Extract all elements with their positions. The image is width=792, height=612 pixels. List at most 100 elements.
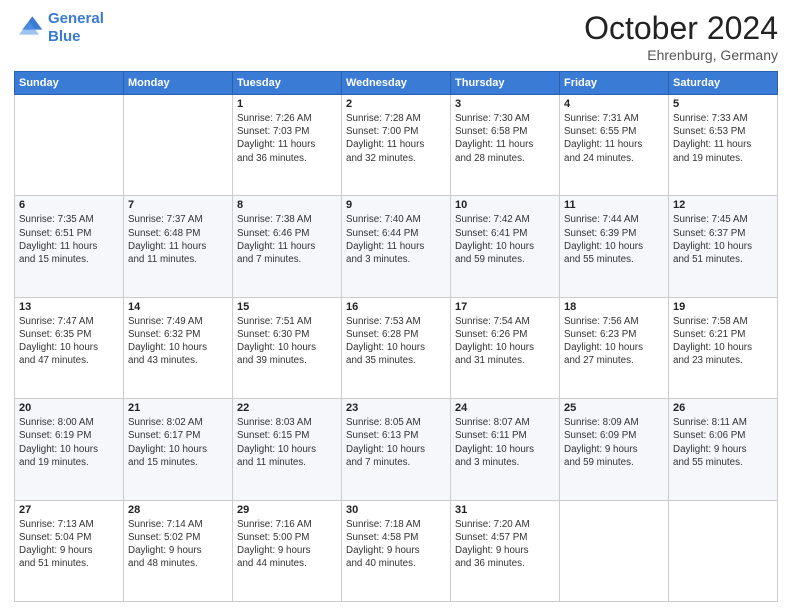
day-number: 12 [673,199,773,211]
day-number: 4 [564,98,664,110]
day-number: 3 [455,98,555,110]
calendar-day-cell: 14 Sunrise: 7:49 AMSunset: 6:32 PMDayligh… [124,297,233,398]
calendar-day-cell: 4Sunrise: 7:31 AMSunset: 6:55 PMDaylight… [560,95,669,196]
day-number: 1 [237,98,337,110]
calendar-day-cell: 15Sunrise: 7:51 AMSunset: 6:30 PMDayligh… [233,297,342,398]
calendar-day-cell: 25 Sunrise: 8:09 AMSunset: 6:09 PMDayligh… [560,399,669,500]
day-info: Sunrise: 8:09 AMSunset: 6:09 PMDaylight:… [564,416,664,469]
day-number: 25 [564,402,664,414]
day-info: Sunrise: 7:47 AMSunset: 6:35 PMDaylight:… [19,315,119,368]
logo-icon [14,13,44,43]
calendar-day-cell: 21Sunrise: 8:02 AMSunset: 6:17 PMDayligh… [124,399,233,500]
calendar-subtitle: Ehrenburg, Germany [584,47,778,63]
calendar-week-row: 6Sunrise: 7:35 AMSunset: 6:51 PMDaylight… [15,196,778,297]
day-info: Sunrise: 7:54 AMSunset: 6:26 PMDaylight:… [455,315,555,368]
day-number: 26 [673,402,773,414]
day-info: Sunrise: 7:14 AMSunset: 5:02 PMDaylight:… [128,518,228,571]
day-number: 9 [346,199,446,211]
day-info: Sunrise: 7:51 AMSunset: 6:30 PMDaylight:… [237,315,337,368]
calendar-day-cell: 18 Sunrise: 7:56 AMSunset: 6:23 PMDayligh… [560,297,669,398]
day-info: Sunrise: 7:26 AMSunset: 7:03 PMDaylight:… [237,112,337,165]
weekday-header: Wednesday [342,72,451,95]
logo-line1: General [48,10,104,27]
day-number: 10 [455,199,555,211]
logo-text: General Blue [48,10,104,46]
day-number: 7 [128,199,228,211]
calendar-day-cell [669,500,778,601]
calendar-day-cell: 6Sunrise: 7:35 AMSunset: 6:51 PMDaylight… [15,196,124,297]
day-number: 11 [564,199,664,211]
calendar-week-row: 1 Sunrise: 7:26 AMSunset: 7:03 PMDaylight… [15,95,778,196]
calendar-day-cell: 9 Sunrise: 7:40 AMSunset: 6:44 PMDaylight… [342,196,451,297]
calendar-table: SundayMondayTuesdayWednesdayThursdayFrid… [14,71,778,602]
calendar-day-cell: 23 Sunrise: 8:05 AMSunset: 6:13 PMDayligh… [342,399,451,500]
day-number: 27 [19,504,119,516]
day-number: 30 [346,504,446,516]
weekday-header: Tuesday [233,72,342,95]
calendar-day-cell: 13 Sunrise: 7:47 AMSunset: 6:35 PMDayligh… [15,297,124,398]
calendar-day-cell [124,95,233,196]
calendar-day-cell: 28Sunrise: 7:14 AMSunset: 5:02 PMDayligh… [124,500,233,601]
calendar-title: October 2024 [584,10,778,47]
day-number: 16 [346,301,446,313]
day-number: 13 [19,301,119,313]
day-number: 23 [346,402,446,414]
calendar-day-cell: 8 Sunrise: 7:38 AMSunset: 6:46 PMDaylight… [233,196,342,297]
day-number: 2 [346,98,446,110]
logo: General Blue [14,10,104,46]
day-number: 24 [455,402,555,414]
day-number: 18 [564,301,664,313]
day-info: Sunrise: 8:05 AMSunset: 6:13 PMDaylight:… [346,416,446,469]
calendar-day-cell [560,500,669,601]
calendar-day-cell: 11 Sunrise: 7:44 AMSunset: 6:39 PMDayligh… [560,196,669,297]
day-info: Sunrise: 7:49 AMSunset: 6:32 PMDaylight:… [128,315,228,368]
day-number: 29 [237,504,337,516]
weekday-header-row: SundayMondayTuesdayWednesdayThursdayFrid… [15,72,778,95]
day-info: Sunrise: 7:18 AMSunset: 4:58 PMDaylight:… [346,518,446,571]
calendar-day-cell: 19Sunrise: 7:58 AMSunset: 6:21 PMDayligh… [669,297,778,398]
calendar-day-cell: 2 Sunrise: 7:28 AMSunset: 7:00 PMDaylight… [342,95,451,196]
day-number: 5 [673,98,773,110]
day-info: Sunrise: 7:33 AMSunset: 6:53 PMDaylight:… [673,112,773,165]
calendar-day-cell: 26Sunrise: 8:11 AMSunset: 6:06 PMDayligh… [669,399,778,500]
day-info: Sunrise: 8:07 AMSunset: 6:11 PMDaylight:… [455,416,555,469]
calendar-day-cell: 3Sunrise: 7:30 AMSunset: 6:58 PMDaylight… [451,95,560,196]
day-info: Sunrise: 7:37 AMSunset: 6:48 PMDaylight:… [128,213,228,266]
calendar-day-cell: 29Sunrise: 7:16 AMSunset: 5:00 PMDayligh… [233,500,342,601]
calendar-week-row: 20Sunrise: 8:00 AMSunset: 6:19 PMDayligh… [15,399,778,500]
day-info: Sunrise: 7:38 AMSunset: 6:46 PMDaylight:… [237,213,337,266]
day-number: 6 [19,199,119,211]
day-info: Sunrise: 7:40 AMSunset: 6:44 PMDaylight:… [346,213,446,266]
page: General Blue October 2024 Ehrenburg, Ger… [0,0,792,612]
day-number: 14 [128,301,228,313]
calendar-day-cell: 16Sunrise: 7:53 AMSunset: 6:28 PMDayligh… [342,297,451,398]
day-number: 8 [237,199,337,211]
calendar-day-cell: 10Sunrise: 7:42 AMSunset: 6:41 PMDayligh… [451,196,560,297]
day-info: Sunrise: 7:56 AMSunset: 6:23 PMDaylight:… [564,315,664,368]
day-info: Sunrise: 7:13 AMSunset: 5:04 PMDaylight:… [19,518,119,571]
day-number: 19 [673,301,773,313]
weekday-header: Thursday [451,72,560,95]
day-info: Sunrise: 7:28 AMSunset: 7:00 PMDaylight:… [346,112,446,165]
calendar-day-cell: 24 Sunrise: 8:07 AMSunset: 6:11 PMDayligh… [451,399,560,500]
day-info: Sunrise: 8:00 AMSunset: 6:19 PMDaylight:… [19,416,119,469]
calendar-day-cell: 22 Sunrise: 8:03 AMSunset: 6:15 PMDayligh… [233,399,342,500]
calendar-day-cell [15,95,124,196]
calendar-day-cell: 5 Sunrise: 7:33 AMSunset: 6:53 PMDaylight… [669,95,778,196]
calendar-day-cell: 20Sunrise: 8:00 AMSunset: 6:19 PMDayligh… [15,399,124,500]
day-info: Sunrise: 8:02 AMSunset: 6:17 PMDaylight:… [128,416,228,469]
calendar-day-cell: 31Sunrise: 7:20 AMSunset: 4:57 PMDayligh… [451,500,560,601]
day-info: Sunrise: 8:03 AMSunset: 6:15 PMDaylight:… [237,416,337,469]
calendar-day-cell: 1 Sunrise: 7:26 AMSunset: 7:03 PMDaylight… [233,95,342,196]
day-number: 17 [455,301,555,313]
calendar-day-cell: 27 Sunrise: 7:13 AMSunset: 5:04 PMDayligh… [15,500,124,601]
day-number: 31 [455,504,555,516]
header: General Blue October 2024 Ehrenburg, Ger… [14,10,778,63]
weekday-header: Monday [124,72,233,95]
weekday-header: Sunday [15,72,124,95]
day-number: 22 [237,402,337,414]
calendar-week-row: 27 Sunrise: 7:13 AMSunset: 5:04 PMDayligh… [15,500,778,601]
title-block: October 2024 Ehrenburg, Germany [584,10,778,63]
day-info: Sunrise: 7:44 AMSunset: 6:39 PMDaylight:… [564,213,664,266]
calendar-day-cell: 7 Sunrise: 7:37 AMSunset: 6:48 PMDaylight… [124,196,233,297]
